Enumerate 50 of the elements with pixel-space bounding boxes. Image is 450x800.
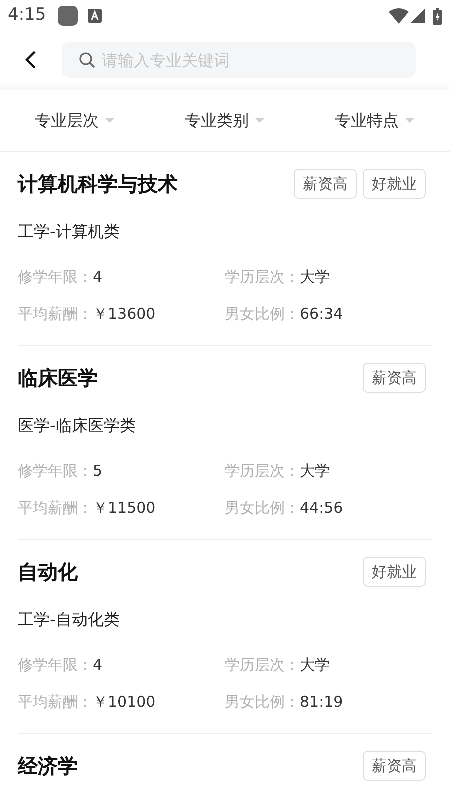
caret-icon [405,118,415,124]
major-category: 工学-自动化类 [18,609,121,631]
field-label: 学历层次： [225,655,300,676]
field-label: 修学年限： [18,461,93,482]
major-category: 医学-临床医学类 [18,415,137,437]
caret-icon [105,118,115,124]
caret-icon [255,118,265,124]
field-value: ￥10100 [93,692,156,712]
field-value: 5 [93,461,103,482]
field-value: 大学 [300,461,330,482]
field-label: 男女比例： [225,498,300,518]
field-value: ￥11500 [93,498,156,518]
wifi-icon [389,8,409,24]
tag: 薪资高 [294,169,357,199]
field-value: 大学 [300,267,330,288]
major-name: 计算机科学与技术 [18,171,178,198]
tag: 好就业 [363,557,426,587]
field-value: 4 [93,655,103,676]
back-icon [25,50,37,70]
field-label: 平均薪酬： [18,692,93,712]
tag: 薪资高 [363,363,426,393]
major-category: 工学-计算机类 [18,221,121,243]
field-value: ￥13600 [93,304,156,324]
major-name: 自动化 [18,559,78,586]
field-value: 44:56 [300,498,344,518]
field-label: 平均薪酬： [18,498,93,518]
filter-dropdown[interactable]: 专业层次 [0,108,150,132]
filter-dropdown[interactable]: 专业类别 [150,108,300,132]
status-time: 4:15 [8,4,46,28]
app-icon [58,6,78,26]
search-icon [79,52,96,69]
field-label: 学历层次： [225,461,300,482]
major-name: 临床医学 [18,365,98,392]
field-label: 学历层次： [225,267,300,288]
tag: 薪资高 [363,751,426,781]
filter-dropdown[interactable]: 专业特点 [300,108,450,132]
field-label: 修学年限： [18,267,93,288]
field-value: 4 [93,267,103,288]
field-value: 66:34 [300,304,344,324]
tag: 好就业 [363,169,426,199]
field-value: 大学 [300,655,330,676]
field-label: 平均薪酬： [18,304,93,324]
field-label: 男女比例： [225,692,300,712]
battery-icon [433,8,442,24]
field-label: 男女比例： [225,304,300,324]
signal-icon [411,9,425,23]
field-label: 修学年限： [18,655,93,676]
keyboard-icon [88,9,102,23]
field-value: 81:19 [300,692,344,712]
major-name: 经济学 [18,753,78,780]
